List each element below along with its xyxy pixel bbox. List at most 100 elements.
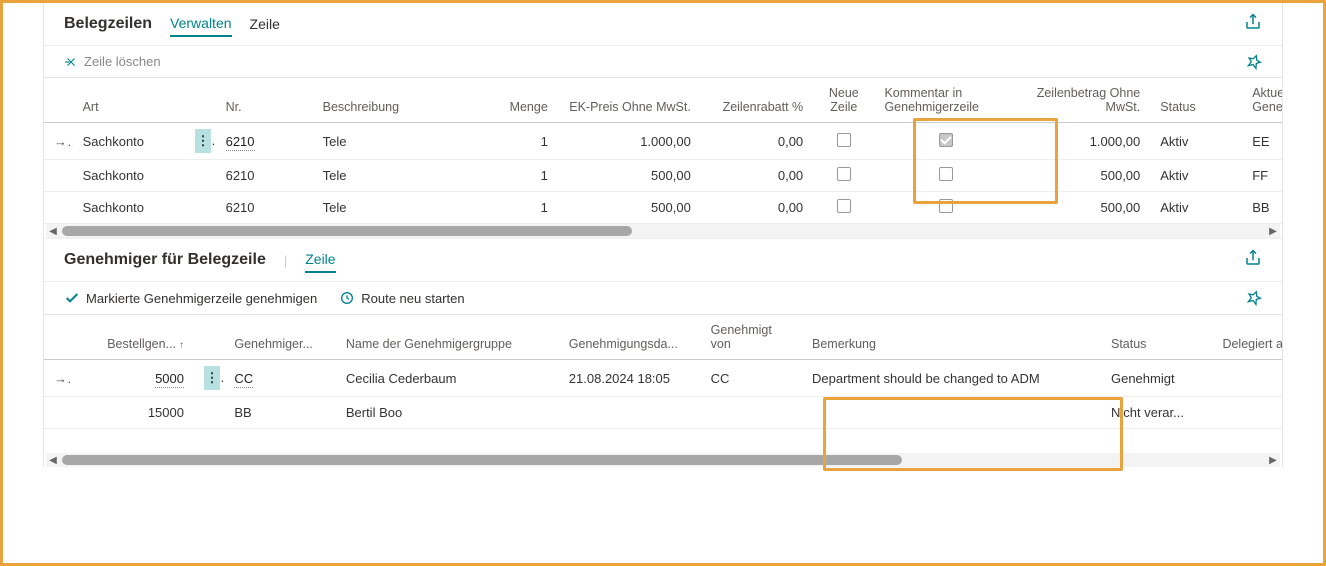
sort-asc-icon: ↑ <box>179 340 184 351</box>
row-indicator-icon: → <box>54 134 67 149</box>
section-title: Belegzeilen <box>64 15 152 33</box>
table-row[interactable]: → 5000 ⋮ CC Cecilia Cederbaum 21.08.2024… <box>44 360 1282 397</box>
section-header-genehmiger: Genehmiger für Belegzeile | Zeile <box>44 238 1282 281</box>
toolbar-genehmiger: Markierte Genehmigerzeile genehmigen Rou… <box>44 281 1282 314</box>
approve-button[interactable]: Markierte Genehmigerzeile genehmigen <box>64 290 317 306</box>
col-delegiert[interactable]: Delegiert an <box>1212 315 1282 360</box>
cell-betrag: 500,00 <box>1017 192 1150 224</box>
col-status2[interactable]: Status <box>1101 315 1212 360</box>
cell-art: Sachkonto <box>73 123 185 160</box>
cell-menge: 1 <box>476 123 558 160</box>
col-kommentar[interactable]: Kommentar in Genehmigerzeile <box>874 78 1017 123</box>
belegzeilen-table: Art Nr. Beschreibung Menge EK-Preis Ohne… <box>44 78 1282 224</box>
cell-von <box>701 397 802 429</box>
cell-ekpreis: 500,00 <box>558 160 701 192</box>
col-zeilenrabatt[interactable]: Zeilenrabatt % <box>701 78 813 123</box>
checkbox-kommentar[interactable] <box>939 167 953 181</box>
approve-label: Markierte Genehmigerzeile genehmigen <box>86 291 317 306</box>
checkbox-neuezeile[interactable] <box>837 199 851 213</box>
row-menu-button[interactable]: ⋮ <box>195 129 211 153</box>
cell-status: Aktiv <box>1150 192 1242 224</box>
tab-zeile-2[interactable]: Zeile <box>305 247 335 273</box>
tab-verwalten[interactable]: Verwalten <box>170 11 231 37</box>
horizontal-scrollbar[interactable]: ◀ ▶ <box>46 224 1280 238</box>
row-menu-button[interactable]: ⋮ <box>204 366 220 390</box>
cell-status: Genehmigt <box>1101 360 1212 397</box>
cell-bestellgen: 15000 <box>72 397 194 429</box>
col-status[interactable]: Status <box>1150 78 1242 123</box>
scroll-left-icon[interactable]: ◀ <box>46 224 60 238</box>
checkbox-neuezeile[interactable] <box>837 167 851 181</box>
section-title: Genehmiger für Belegzeile <box>64 251 266 269</box>
cell-gruppenname: Cecilia Cederbaum <box>336 360 559 397</box>
cell-delegiert <box>1212 397 1282 429</box>
scrollbar-thumb[interactable] <box>62 226 632 236</box>
cell-nr[interactable]: 6210 <box>226 134 255 151</box>
genehmiger-table: Bestellgen...↑ Genehmiger... Name der Ge… <box>44 315 1282 429</box>
col-datum[interactable]: Genehmigungsda... <box>559 315 701 360</box>
delete-line-label: Zeile löschen <box>84 54 161 69</box>
cell-betrag: 500,00 <box>1017 160 1150 192</box>
cell-rabatt: 0,00 <box>701 160 813 192</box>
checkbox-neuezeile[interactable] <box>837 133 851 147</box>
col-nr[interactable]: Nr. <box>216 78 313 123</box>
toolbar-belegzeilen: Zeile löschen <box>44 45 1282 77</box>
table-row[interactable]: → Sachkonto ⋮ 6210 Tele 1 1.000,00 0,00 … <box>44 123 1282 160</box>
restart-label: Route neu starten <box>361 291 464 306</box>
share-icon[interactable] <box>1244 13 1262 31</box>
cell-genehmiger[interactable]: CC <box>234 371 253 388</box>
cell-datum <box>559 397 701 429</box>
cell-nr: 6210 <box>216 192 313 224</box>
tab-zeile[interactable]: Zeile <box>250 12 280 36</box>
scroll-left-icon[interactable]: ◀ <box>46 453 60 467</box>
section-header-belegzeilen: Belegzeilen Verwalten Zeile <box>44 3 1282 45</box>
cell-bemerkung <box>802 397 1101 429</box>
col-genehmiger[interactable]: Genehmiger... <box>224 315 335 360</box>
col-ekpreis[interactable]: EK-Preis Ohne MwSt. <box>558 78 701 123</box>
cell-status: Nicht verar... <box>1101 397 1212 429</box>
col-zeilenbetrag[interactable]: Zeilenbetrag Ohne MwSt. <box>1017 78 1150 123</box>
restart-route-button[interactable]: Route neu starten <box>339 290 464 306</box>
col-aktueller[interactable]: Aktueller Genehm <box>1242 78 1282 123</box>
pin-icon[interactable] <box>1246 54 1262 70</box>
col-beschreibung[interactable]: Beschreibung <box>313 78 476 123</box>
scrollbar-thumb[interactable] <box>62 455 902 465</box>
col-art[interactable]: Art <box>73 78 185 123</box>
cell-beschreibung: Tele <box>313 192 476 224</box>
delete-line-button[interactable]: Zeile löschen <box>64 54 161 69</box>
col-bestellgen[interactable]: Bestellgen...↑ <box>72 315 194 360</box>
delete-icon <box>64 55 78 69</box>
col-menge[interactable]: Menge <box>476 78 558 123</box>
table-row[interactable]: 15000 BB Bertil Boo Nicht verar... <box>44 397 1282 429</box>
horizontal-scrollbar[interactable]: ◀ ▶ <box>46 453 1280 467</box>
col-von[interactable]: Genehmigt von <box>701 315 802 360</box>
cell-menge: 1 <box>476 192 558 224</box>
check-icon <box>64 290 80 306</box>
cell-ekpreis: 1.000,00 <box>558 123 701 160</box>
scroll-right-icon[interactable]: ▶ <box>1266 453 1280 467</box>
checkbox-kommentar[interactable] <box>939 199 953 213</box>
cell-status: Aktiv <box>1150 123 1242 160</box>
cell-genehmiger: BB <box>224 397 335 429</box>
checkbox-kommentar[interactable] <box>939 133 953 147</box>
table-row[interactable]: Sachkonto 6210 Tele 1 500,00 0,00 500,00… <box>44 160 1282 192</box>
pin-icon[interactable] <box>1246 290 1262 306</box>
cell-rabatt: 0,00 <box>701 123 813 160</box>
cell-beschreibung: Tele <box>313 123 476 160</box>
cell-beschreibung: Tele <box>313 160 476 192</box>
cell-rabatt: 0,00 <box>701 192 813 224</box>
scroll-right-icon[interactable]: ▶ <box>1266 224 1280 238</box>
table-row[interactable]: Sachkonto 6210 Tele 1 500,00 0,00 500,00… <box>44 192 1282 224</box>
col-gruppenname[interactable]: Name der Genehmigergruppe <box>336 315 559 360</box>
cell-bemerkung: Department should be changed to ADM <box>802 360 1101 397</box>
cell-bestellgen[interactable]: 5000 <box>155 371 184 388</box>
cell-von: CC <box>701 360 802 397</box>
share-icon[interactable] <box>1244 249 1262 267</box>
col-neuezeile[interactable]: Neue Zeile <box>813 78 874 123</box>
cell-aktueller: FF <box>1242 160 1282 192</box>
cell-status: Aktiv <box>1150 160 1242 192</box>
cell-aktueller: EE <box>1242 123 1282 160</box>
cell-datum: 21.08.2024 18:05 <box>559 360 701 397</box>
col-bemerkung[interactable]: Bemerkung <box>802 315 1101 360</box>
cell-aktueller: BB <box>1242 192 1282 224</box>
